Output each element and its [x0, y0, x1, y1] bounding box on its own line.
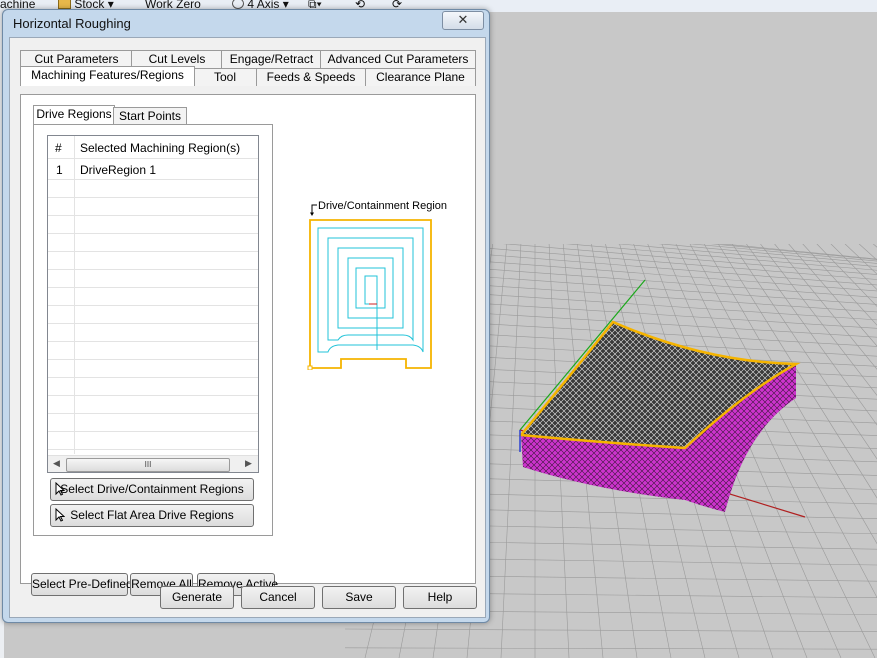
cancel-button[interactable]: Cancel: [241, 586, 315, 609]
empty-row: [48, 414, 258, 432]
tab-feeds-speeds[interactable]: Feeds & Speeds: [255, 68, 367, 86]
select-flat-area-drive-regions-button[interactable]: Select Flat Area Drive Regions: [50, 504, 254, 527]
empty-row: [48, 324, 258, 342]
cursor-icon: [55, 482, 65, 496]
arrow-down-icon: [310, 212, 314, 216]
scrollbar-grip-icon: III: [144, 460, 152, 469]
empty-row: [48, 360, 258, 378]
table-row[interactable]: 1 DriveRegion 1: [48, 159, 258, 180]
subtab-start-points[interactable]: Start Points: [113, 107, 187, 124]
scroll-left-icon[interactable]: ◀: [53, 458, 60, 469]
tab-tool[interactable]: Tool: [193, 68, 257, 86]
empty-row: [48, 252, 258, 270]
cursor-icon: [55, 508, 65, 522]
empty-row: [48, 180, 258, 198]
dialog-client-area: Cut Parameters Cut Levels Engage/Retract…: [9, 37, 486, 618]
drive-region-preview: Drive/Containment Region: [307, 200, 447, 370]
tab-clearance-plane[interactable]: Clearance Plane: [365, 68, 476, 86]
axis-icon: [232, 0, 244, 9]
list-header-row: # Selected Machining Region(s): [48, 136, 258, 159]
close-icon: ✕: [457, 12, 469, 27]
region-start-handle: [307, 365, 313, 370]
generate-button[interactable]: Generate: [160, 586, 234, 609]
help-button[interactable]: Help: [403, 586, 477, 609]
select-pre-defined-button[interactable]: Select Pre-Defined: [31, 573, 133, 596]
drive-regions-panel: # Selected Machining Region(s) 1 DriveRe…: [33, 124, 273, 536]
tab-engage-retract[interactable]: Engage/Retract: [221, 50, 322, 68]
button-label: Select Drive/Containment Regions: [60, 482, 244, 496]
horizontal-scrollbar[interactable]: ◀ III ▶: [48, 455, 258, 472]
empty-row: [48, 198, 258, 216]
empty-row: [48, 378, 258, 396]
button-label: Select Flat Area Drive Regions: [70, 508, 234, 522]
subtab-drive-regions[interactable]: Drive Regions: [33, 105, 115, 124]
tab-advanced-cut-parameters[interactable]: Advanced Cut Parameters: [320, 50, 476, 68]
scroll-right-icon[interactable]: ▶: [245, 458, 252, 469]
row-region-name: DriveRegion 1: [80, 163, 157, 177]
tab-panel-machining-features: Drive Regions Start Points # Selected Ma…: [20, 94, 476, 596]
scrollbar-thumb[interactable]: III: [66, 458, 230, 472]
column-header-region[interactable]: Selected Machining Region(s): [80, 141, 240, 155]
empty-row: [48, 342, 258, 360]
empty-row: [48, 396, 258, 414]
tab-machining-features-regions[interactable]: Machining Features/Regions: [20, 66, 195, 86]
save-button[interactable]: Save: [322, 586, 396, 609]
column-header-number[interactable]: #: [55, 141, 62, 155]
dialog-title: Horizontal Roughing: [13, 16, 131, 31]
preview-label: Drive/Containment Region: [318, 200, 447, 212]
empty-row: [48, 234, 258, 252]
stock-icon: [58, 0, 71, 9]
empty-row: [48, 270, 258, 288]
toolpath-spiral: [317, 227, 424, 353]
select-drive-containment-regions-button[interactable]: Select Drive/Containment Regions: [50, 478, 254, 501]
empty-row: [48, 288, 258, 306]
close-button[interactable]: ✕: [442, 11, 484, 30]
empty-row: [48, 432, 258, 450]
row-number: 1: [56, 163, 63, 177]
empty-row: [48, 306, 258, 324]
horizontal-roughing-dialog: Horizontal Roughing ✕ Cut Parameters Cut…: [2, 9, 490, 623]
empty-row: [48, 216, 258, 234]
machining-region-list[interactable]: # Selected Machining Region(s) 1 DriveRe…: [47, 135, 259, 473]
